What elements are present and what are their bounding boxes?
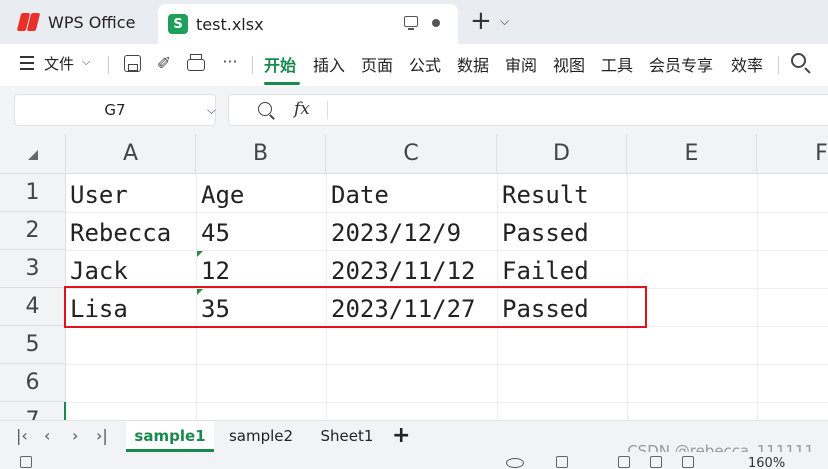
- gridline: [66, 212, 828, 213]
- menu-member[interactable]: 会员专享: [649, 52, 713, 76]
- number-as-text-indicator-icon: [197, 251, 203, 257]
- menu-review[interactable]: 审阅: [505, 52, 537, 76]
- cell-a1[interactable]: User: [70, 176, 128, 214]
- sheet-tab-sheet1[interactable]: Sheet1: [308, 421, 386, 452]
- row-header-3[interactable]: 3: [0, 250, 66, 288]
- row-header-6[interactable]: 6: [0, 364, 66, 402]
- cell-d3[interactable]: Failed: [502, 252, 589, 290]
- row-4-highlight-box: [64, 286, 647, 328]
- spreadsheet-grid[interactable]: A B C D E F 1 2 3 4 5 6 7 User Age Date …: [0, 134, 828, 420]
- column-header-f[interactable]: F: [757, 134, 828, 174]
- row-header-2[interactable]: 2: [0, 212, 66, 250]
- column-header-e[interactable]: E: [627, 134, 757, 174]
- active-cell-edge: [64, 402, 66, 420]
- print-icon[interactable]: [187, 54, 205, 71]
- column-header-c[interactable]: C: [326, 134, 497, 174]
- spreadsheet-icon: S: [168, 14, 188, 34]
- wps-logo-icon: [16, 13, 41, 31]
- formula-bar: G7 ⌵ fx: [0, 86, 828, 134]
- zoom-formula-icon[interactable]: [258, 102, 272, 116]
- file-tab-label: test.xlsx: [196, 14, 264, 34]
- chevron-down-icon[interactable]: ⌵: [207, 95, 216, 125]
- add-sheet-button[interactable]: +: [392, 423, 410, 448]
- cell-b1[interactable]: Age: [201, 176, 244, 214]
- menu-efficiency[interactable]: 效率: [731, 52, 763, 76]
- divider: [108, 56, 109, 74]
- ribbon-menu-bar: 文件 ⌵ ✐ ··· 开始 插入 页面 公式 数据 审阅 视图 工具 会员专享 …: [0, 44, 828, 86]
- cell-d2[interactable]: Passed: [502, 214, 589, 252]
- cell-b3[interactable]: 12: [201, 252, 230, 290]
- zoom-level[interactable]: 160%: [748, 456, 785, 469]
- prev-sheet-icon[interactable]: ‹: [44, 426, 50, 445]
- column-header-d[interactable]: D: [497, 134, 627, 174]
- cell-a2[interactable]: Rebecca: [70, 214, 171, 252]
- name-box-value: G7: [104, 101, 126, 119]
- row-header-7[interactable]: 7: [0, 402, 66, 420]
- gridline: [757, 174, 758, 420]
- tab-list-chevron-icon[interactable]: ⌵: [500, 14, 509, 29]
- column-header-a[interactable]: A: [66, 134, 196, 174]
- column-header-b[interactable]: B: [196, 134, 326, 174]
- gridline: [66, 364, 828, 365]
- name-box[interactable]: G7 ⌵: [14, 94, 216, 126]
- sheet-tab-sample1[interactable]: sample1: [126, 421, 214, 452]
- tab-test-xlsx[interactable]: S test.xlsx: [158, 4, 458, 44]
- sheet-tab-bar: |‹ ‹ › ›| sample1 sample2 Sheet1 + CSDN …: [0, 420, 828, 460]
- title-bar: WPS Office S test.xlsx + ⌵: [0, 0, 828, 44]
- cell-d1[interactable]: Result: [502, 176, 589, 214]
- search-icon[interactable]: [791, 53, 806, 68]
- row-header-4[interactable]: 4: [0, 288, 66, 326]
- new-tab-button[interactable]: +: [470, 8, 492, 34]
- chevron-down-icon[interactable]: ⌵: [82, 55, 90, 69]
- monitor-icon[interactable]: [404, 16, 418, 30]
- cell-c3[interactable]: 2023/11/12: [331, 252, 476, 290]
- menu-insert[interactable]: 插入: [313, 52, 345, 76]
- gridline: [66, 402, 828, 403]
- select-all-corner[interactable]: [0, 134, 66, 174]
- page-break-icon[interactable]: [682, 456, 694, 468]
- row-header-1[interactable]: 1: [0, 174, 66, 212]
- view-mode-icon[interactable]: [556, 456, 568, 468]
- status-bar: 160%: [0, 452, 828, 469]
- active-menu-indicator: [264, 82, 300, 85]
- divider: [327, 101, 328, 119]
- macro-status-icon[interactable]: [20, 456, 32, 468]
- cell-b2[interactable]: 45: [201, 214, 230, 252]
- more-icon[interactable]: ···: [220, 52, 240, 72]
- menu-formula[interactable]: 公式: [409, 52, 441, 76]
- divider: [778, 56, 779, 74]
- row-header-5[interactable]: 5: [0, 326, 66, 364]
- menu-page[interactable]: 页面: [361, 52, 393, 76]
- menu-view[interactable]: 视图: [553, 52, 585, 76]
- sheet-tab-sample2[interactable]: sample2: [218, 421, 304, 452]
- next-sheet-icon[interactable]: ›: [72, 426, 78, 445]
- hamburger-menu-icon[interactable]: [20, 56, 34, 70]
- cell-c2[interactable]: 2023/12/9: [331, 214, 461, 252]
- cell-a3[interactable]: Jack: [70, 252, 128, 290]
- divider: [252, 56, 253, 74]
- eye-protection-icon[interactable]: [506, 458, 524, 468]
- unsaved-dot-icon[interactable]: [432, 19, 440, 27]
- menu-home[interactable]: 开始: [264, 52, 296, 76]
- insert-function-icon[interactable]: fx: [294, 99, 310, 119]
- menu-tools[interactable]: 工具: [601, 52, 633, 76]
- file-menu[interactable]: 文件: [44, 53, 74, 74]
- cell-c1[interactable]: Date: [331, 176, 389, 214]
- export-pdf-icon[interactable]: ✐: [154, 54, 174, 74]
- tab-wps-office-home[interactable]: WPS Office: [6, 4, 152, 40]
- page-layout-icon[interactable]: [650, 456, 662, 468]
- formula-input[interactable]: fx: [228, 94, 828, 126]
- home-tab-label: WPS Office: [48, 12, 136, 32]
- last-sheet-icon[interactable]: ›|: [96, 426, 108, 445]
- first-sheet-icon[interactable]: |‹: [16, 426, 28, 445]
- save-icon[interactable]: [124, 55, 141, 72]
- normal-view-icon[interactable]: [618, 456, 630, 468]
- menu-data[interactable]: 数据: [457, 52, 489, 76]
